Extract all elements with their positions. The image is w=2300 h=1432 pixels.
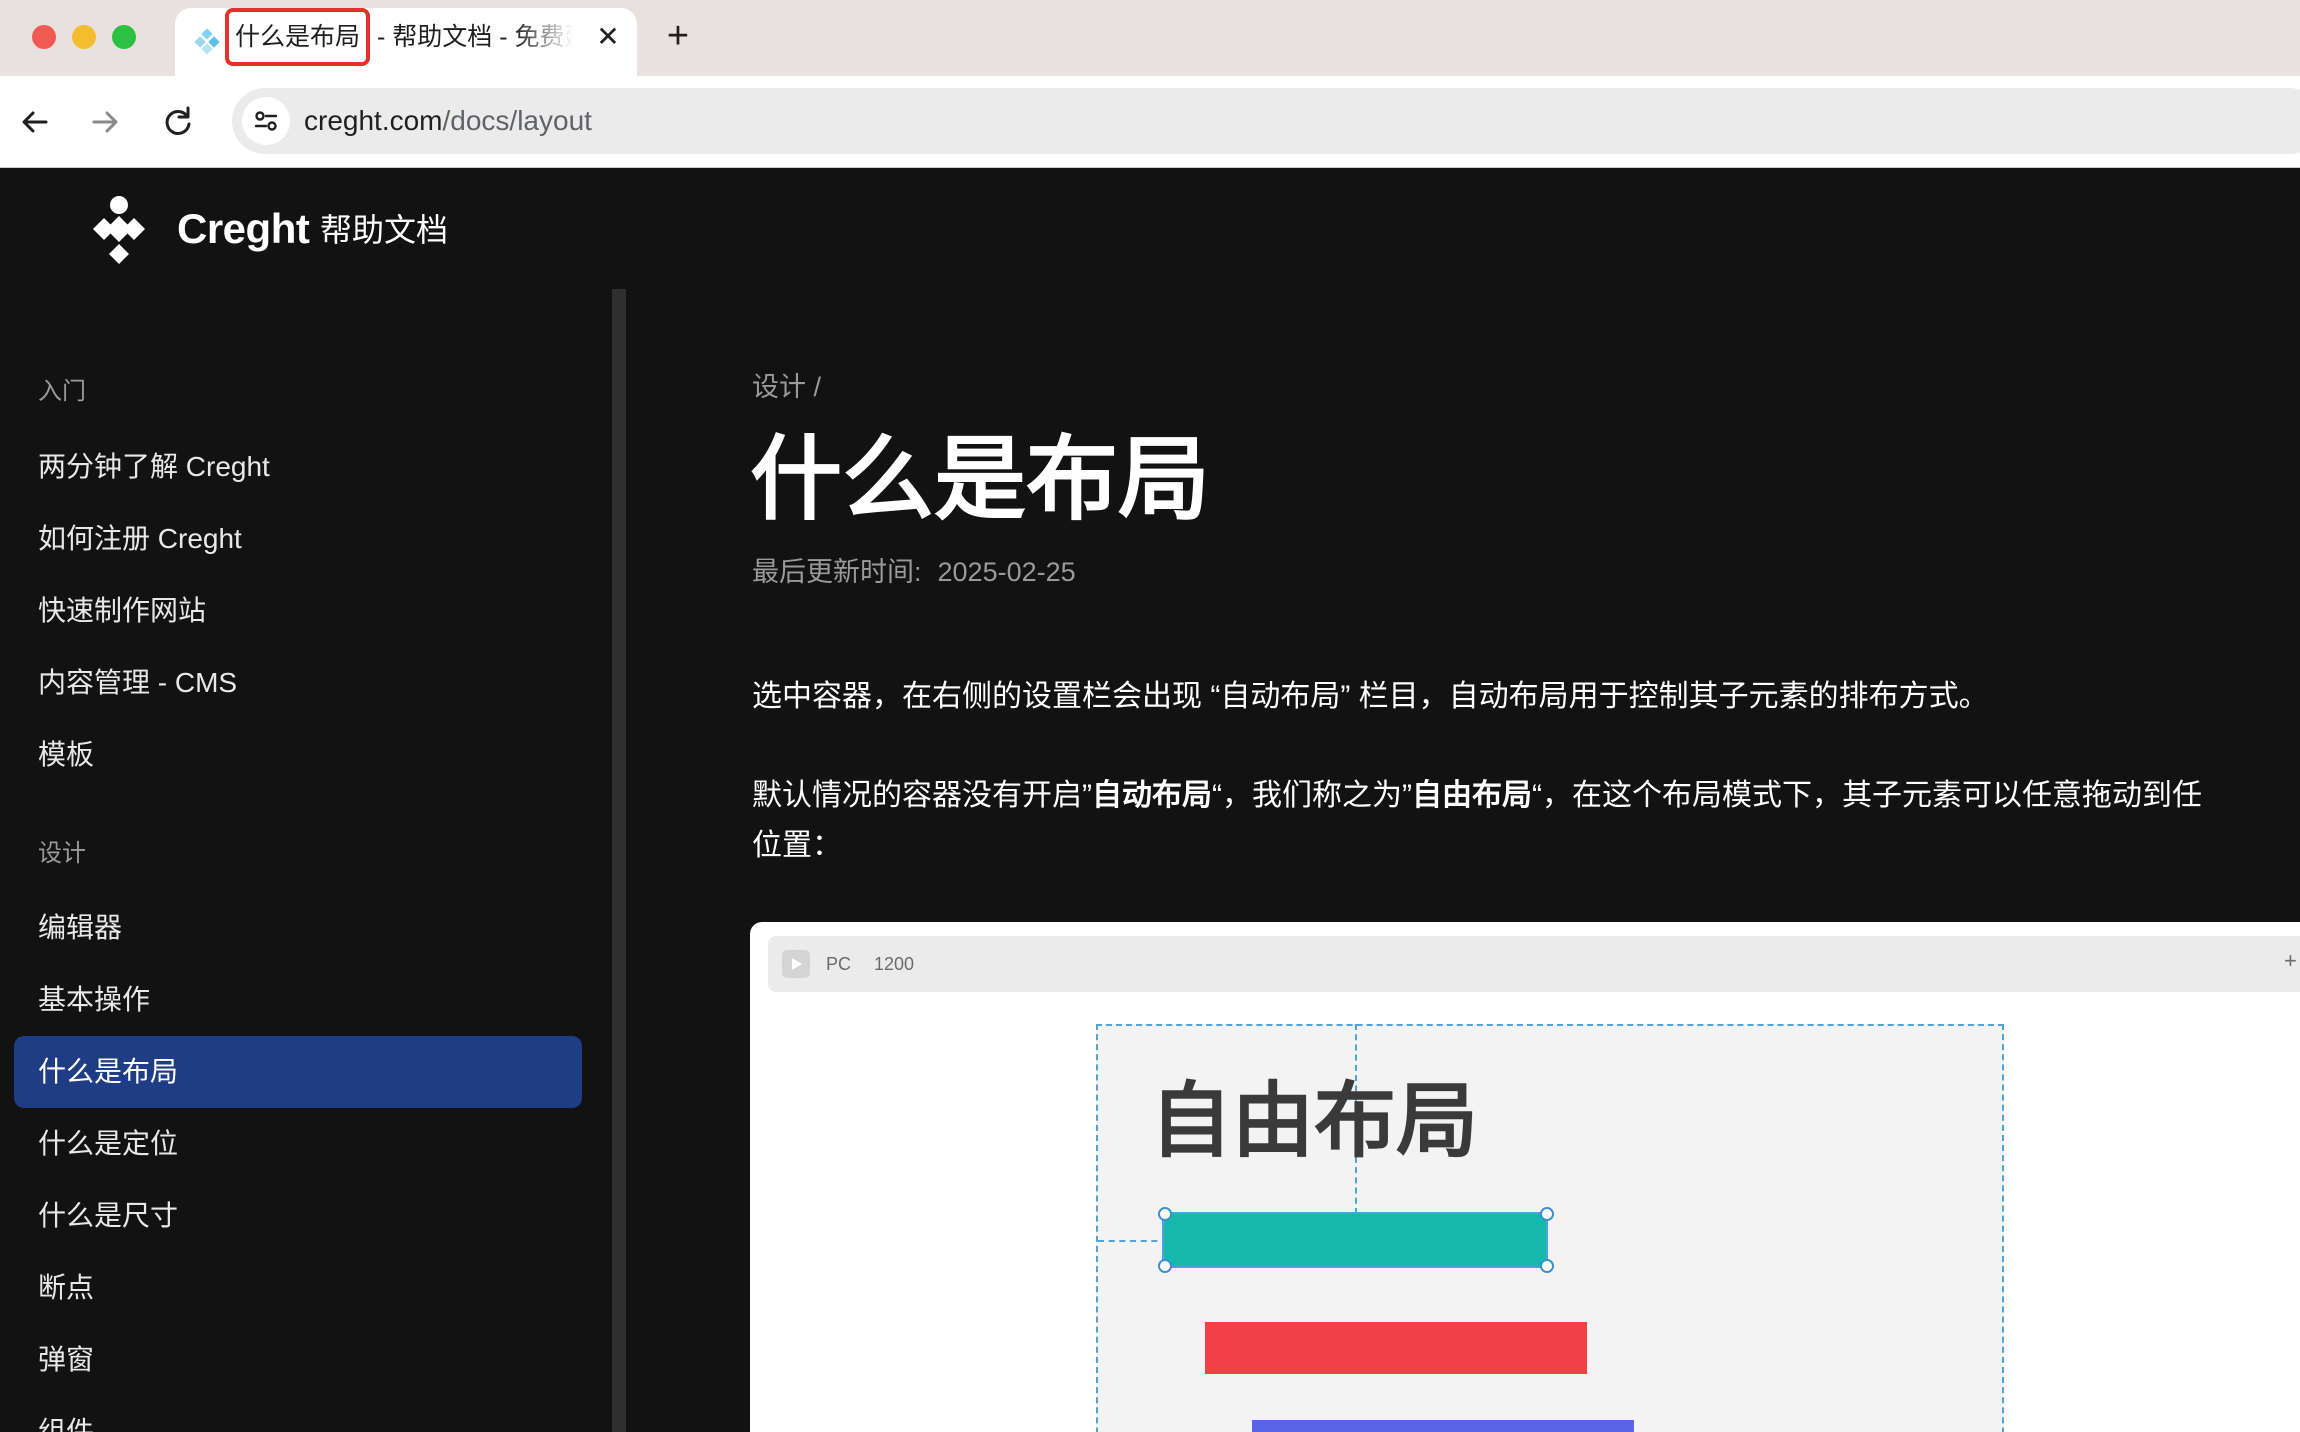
para-bold: 自由布局 [1411, 779, 1532, 812]
sidebar-item[interactable]: 模板 [14, 719, 582, 791]
forward-arrow-icon[interactable] [85, 102, 125, 142]
sidebar-scrollbar[interactable] [612, 289, 626, 1432]
url-path: /docs/layout [442, 105, 592, 136]
url-text: creght.com/docs/layout [304, 88, 592, 154]
address-bar[interactable]: creght.com/docs/layout [232, 88, 2300, 154]
resize-handle [1540, 1207, 1554, 1221]
sidebar-section-title: 设计 [38, 840, 86, 867]
last-updated-label: 最后更新时间: [752, 557, 922, 587]
reload-icon[interactable] [158, 102, 198, 142]
page-title: 什么是布局 [750, 429, 1211, 531]
para-text: 默认情况的容器没有开启” [752, 779, 1092, 812]
last-updated-date: 2025-02-25 [937, 557, 1076, 587]
editor-device-bar: PC 1200 [768, 936, 2300, 992]
sidebar-item[interactable]: 如何注册 Creght [14, 503, 582, 575]
device-label: PC [826, 954, 852, 974]
tab-title-highlighted: 什么是布局 [225, 8, 371, 66]
brand-subtitle: 帮助文档 [320, 212, 449, 248]
breadcrumb[interactable]: 设计 / [752, 368, 821, 406]
browser-tab-bar: 什么是布局 - 帮助文档 - 免费建 ✕ + [0, 0, 2300, 76]
sidebar-item[interactable]: 快速制作网站 [14, 575, 582, 647]
browser-toolbar: creght.com/docs/layout [0, 76, 2300, 168]
creght-logo-icon[interactable] [84, 194, 154, 264]
close-window-button[interactable] [32, 25, 56, 49]
paragraph-intro: 选中容器，在右侧的设置栏会出现 “自动布局” 栏目，自动布局用于控制其子元素的排… [752, 680, 1989, 713]
sidebar-item[interactable]: 基本操作 [14, 964, 582, 1036]
creght-favicon-icon [194, 28, 220, 55]
paragraph-free-layout: 默认情况的容器没有开启”自动布局“，我们称之为”自由布局“，在这个布局模式下，其… [752, 771, 2202, 821]
para-bold: 自动布局 [1092, 779, 1212, 812]
para-text: “，在这个布局模式下，其子元素可以任意拖动到任 [1531, 779, 2202, 812]
maximize-window-button[interactable] [112, 25, 136, 49]
sidebar-item[interactable]: 组件 [14, 1396, 582, 1432]
sidebar-item[interactable]: 断点 [14, 1252, 582, 1324]
selected-teal-block [1162, 1212, 1548, 1268]
play-icon [782, 950, 810, 978]
tab-title-rest: - 帮助文档 - 免费建 [377, 23, 573, 51]
site-header: Creght 帮助文档 [0, 169, 2300, 289]
url-host: creght.com [304, 105, 443, 136]
minimize-window-button[interactable] [72, 25, 96, 49]
purple-block [1252, 1420, 1634, 1432]
last-updated: 最后更新时间: 2025-02-25 [752, 552, 1076, 592]
sidebar-item[interactable]: 两分钟了解 Creght [14, 431, 582, 503]
sidebar-section-title: 入门 [38, 378, 86, 405]
sidebar-item[interactable]: 什么是定位 [14, 1108, 582, 1180]
back-arrow-icon[interactable] [15, 102, 55, 142]
red-block [1205, 1322, 1587, 1374]
new-tab-button[interactable]: + [660, 17, 696, 55]
paragraph-free-layout-line2: 位置： [752, 829, 842, 862]
sidebar-item[interactable]: 弹窗 [14, 1324, 582, 1396]
resize-handle [1540, 1259, 1554, 1273]
para-text: “，我们称之为” [1212, 779, 1412, 812]
add-breakpoint-icon: + [2284, 948, 2297, 973]
alignment-guide-horizontal [1098, 1240, 1168, 1242]
tab-close-icon[interactable]: ✕ [593, 22, 623, 52]
sidebar-item-active[interactable]: 什么是布局 [14, 1036, 582, 1108]
site-settings-icon[interactable] [242, 97, 290, 145]
resize-handle [1158, 1259, 1172, 1273]
figure-heading: 自由布局 [1150, 1076, 1479, 1167]
sidebar-item[interactable]: 编辑器 [14, 892, 582, 964]
browser-tab-active[interactable]: 什么是布局 - 帮助文档 - 免费建 ✕ [175, 8, 637, 76]
sidebar-item[interactable]: 内容管理 - CMS [14, 647, 582, 719]
width-label: 1200 [874, 954, 915, 974]
brand-name[interactable]: Creght [177, 199, 310, 259]
sidebar-item[interactable]: 什么是尺寸 [14, 1180, 582, 1252]
resize-handle [1158, 1207, 1172, 1221]
